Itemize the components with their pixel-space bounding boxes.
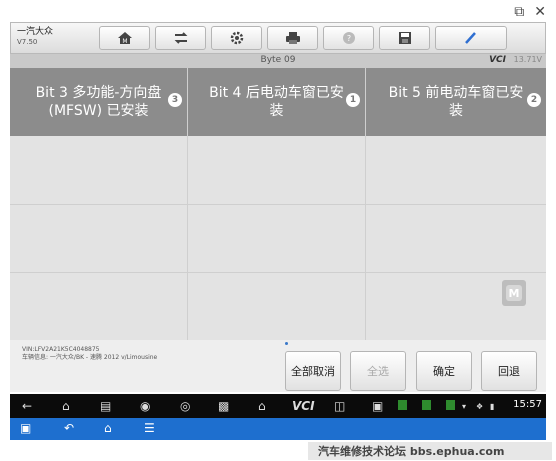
vehicle-info: VIN:LFV2A21K5C4048875 车辆信息: 一汽大众/BK - 速腾… — [22, 346, 157, 362]
settings-button[interactable] — [211, 26, 262, 50]
battery-voltage: 13.71V — [513, 55, 542, 64]
window-controls: ⧉ ✕ — [514, 4, 546, 20]
help-button[interactable]: ? — [323, 26, 374, 50]
notification-icon[interactable] — [422, 400, 431, 410]
car-icon[interactable]: ◫ — [334, 398, 345, 414]
browser-icon[interactable]: ◉ — [140, 398, 150, 414]
vehicle-swap-icon — [174, 32, 187, 44]
brand-name: 一汽大众 — [17, 27, 54, 37]
menu-icon[interactable]: ☰ — [144, 421, 155, 435]
deselect-all-button[interactable]: 全部取消 — [285, 351, 341, 391]
recent-apps-icon[interactable]: ▤ — [100, 398, 111, 414]
print-button[interactable] — [267, 26, 318, 50]
notification-icon[interactable] — [446, 400, 455, 410]
floating-menu-button[interactable]: M — [502, 280, 526, 306]
row-divider — [10, 272, 546, 273]
toolbar: M ? — [99, 26, 512, 50]
footer-panel: VIN:LFV2A21K5C4048875 车辆信息: 一汽大众/BK - 速腾… — [10, 340, 546, 392]
column-title: Bit 4 后电动车窗已安装 — [209, 85, 344, 119]
save-icon — [398, 32, 411, 44]
back-icon[interactable]: ↶ — [64, 421, 74, 435]
vehicle-info-text: 车辆信息: 一汽大众/BK - 速腾 2012 v/Limousine — [22, 354, 158, 361]
sort-badge: 1 — [346, 93, 360, 107]
help-icon: ? — [342, 32, 355, 44]
save-button[interactable] — [379, 26, 430, 50]
column-header[interactable]: Bit 3 多功能-方向盘 (MFSW) 已安装 3 — [10, 68, 187, 136]
battery-icon: ▮ — [490, 401, 495, 411]
back-button[interactable]: 回退 — [481, 351, 537, 391]
m-icon: M — [506, 285, 522, 301]
vci-indicator: VCI — [489, 55, 506, 65]
restore-icon[interactable]: ⧉ — [514, 4, 524, 20]
back-arrow-icon[interactable]: ← — [22, 398, 32, 414]
camera-icon[interactable]: ◎ — [180, 398, 190, 414]
select-all-button[interactable]: 全选 — [350, 351, 406, 391]
notification-icon[interactable] — [398, 400, 407, 410]
column-header[interactable]: Bit 5 前电动车窗已安装 2 — [366, 68, 546, 136]
bit-table: Bit 3 多功能-方向盘 (MFSW) 已安装 3 Bit 4 后电动车窗已安… — [10, 68, 546, 340]
page-indicator-dot — [285, 342, 288, 345]
screen-record-icon[interactable]: ▩ — [218, 398, 229, 414]
sort-badge: 2 — [527, 93, 541, 107]
home-outline-icon[interactable]: ⌂ — [104, 421, 112, 435]
row-divider — [10, 204, 546, 205]
wifi-icon: ▾ — [462, 401, 467, 411]
home-icon[interactable]: ⌂ — [62, 398, 70, 414]
taskbar: ▣ ↶ ⌂ ☰ — [10, 418, 546, 440]
byte-label: Byte 09 — [260, 55, 296, 65]
svg-text:M: M — [122, 38, 127, 45]
square-icon[interactable]: ▣ — [372, 398, 383, 414]
vci-icon[interactable]: VCI — [292, 398, 315, 414]
column-header[interactable]: Bit 4 后电动车窗已安装 1 — [188, 68, 365, 136]
sort-badge: 3 — [168, 93, 182, 107]
app-header: 一汽大众 V7.50 M ? — [10, 22, 546, 54]
confirm-button[interactable]: 确定 — [416, 351, 472, 391]
watermark: 汽车维修技术论坛 bbs.ephua.com — [308, 442, 552, 460]
app-frame: ⧉ ✕ 一汽大众 V7.50 M ? Byte 09 VCI 13.71V Bi… — [0, 0, 556, 461]
clock: 15:57 — [513, 399, 542, 410]
version-label: V7.50 — [17, 38, 38, 46]
vehicle-swap-button[interactable] — [155, 26, 206, 50]
byte-bar: Byte 09 VCI 13.71V — [10, 54, 546, 69]
vin-text: VIN:LFV2A21K5C4048875 — [22, 346, 100, 353]
column-title: Bit 3 多功能-方向盘 (MFSW) 已安装 — [35, 85, 162, 119]
settings-icon — [230, 31, 243, 45]
home-button[interactable]: M — [99, 26, 150, 50]
maxi-home-icon[interactable]: ⌂ — [258, 398, 266, 414]
close-icon[interactable]: ✕ — [534, 4, 546, 20]
column-title: Bit 5 前电动车窗已安装 — [388, 85, 524, 119]
edit-button[interactable] — [435, 26, 507, 50]
android-nav-bar: ← ⌂ ▤ ◉ ◎ ▩ ⌂ VCI ◫ ▣ ▾ ❖ ▮ 15:57 — [10, 394, 546, 418]
svg-text:?: ? — [346, 34, 350, 43]
brand: 一汽大众 V7.50 — [17, 27, 53, 47]
edit-icon — [465, 32, 476, 44]
app-switcher-icon[interactable]: ▣ — [20, 421, 31, 435]
bluetooth-icon: ❖ — [476, 401, 484, 411]
home-icon: M — [117, 32, 132, 45]
print-icon — [285, 32, 300, 44]
